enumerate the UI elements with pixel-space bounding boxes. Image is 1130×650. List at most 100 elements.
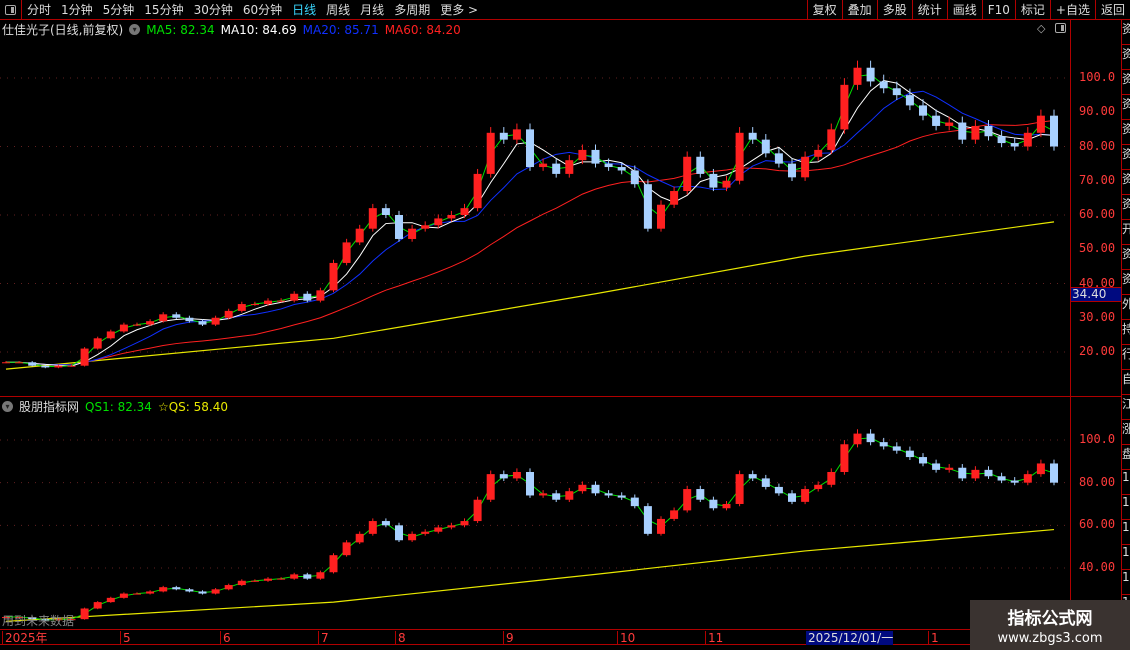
main-candle	[526, 129, 534, 168]
side-tab[interactable]: 持	[1122, 320, 1130, 345]
side-tab[interactable]: 资	[1122, 195, 1130, 220]
side-tab[interactable]: 资	[1122, 245, 1130, 270]
sub-candle	[329, 555, 338, 573]
sub-candle	[211, 589, 220, 594]
main-candle	[67, 365, 76, 367]
side-tab[interactable]: 开	[1122, 220, 1130, 245]
price-tick: 30.00	[1079, 309, 1116, 324]
kline-chart[interactable]	[0, 0, 1070, 630]
sub-candle	[106, 597, 115, 603]
main-candle	[905, 95, 914, 106]
main-candle	[578, 149, 587, 161]
side-tab[interactable]: 涨	[1122, 420, 1130, 445]
main-candle	[801, 156, 810, 178]
sub-candle	[722, 503, 731, 509]
main-candle	[866, 67, 875, 82]
sub-candle	[447, 525, 456, 528]
sub-candle	[643, 506, 652, 534]
time-label: 2025年	[2, 631, 48, 645]
qs-line	[5, 528, 1055, 622]
main-candle	[133, 324, 141, 326]
sub-candle	[696, 489, 705, 500]
main-candle	[198, 321, 207, 325]
main-candle	[761, 139, 770, 154]
sub-candle	[591, 484, 600, 494]
sub-candle	[565, 491, 574, 500]
side-tabs[interactable]: 资资资资资资资资开资资外持行自江涨盘111111	[1122, 20, 1130, 630]
sub-candle	[381, 521, 390, 526]
main-candle	[460, 208, 469, 215]
main-candle	[172, 314, 181, 318]
side-tab[interactable]: 资	[1122, 70, 1130, 95]
sub-candle	[237, 580, 246, 586]
sub-candle	[670, 510, 679, 519]
sub-candle	[709, 499, 718, 509]
sub-candle	[395, 525, 403, 541]
sub-tick: 60.00	[1079, 517, 1116, 532]
toolbar-button-8[interactable]: 返回	[1094, 0, 1130, 20]
main-candle	[486, 132, 495, 174]
main-candle	[15, 362, 24, 364]
main-candle	[565, 160, 574, 174]
side-tab[interactable]: 1	[1122, 545, 1130, 570]
sub-candle	[552, 493, 561, 500]
sub-candle	[342, 542, 351, 556]
main-candle	[185, 317, 194, 322]
main-candle	[499, 132, 508, 140]
main-candle	[879, 81, 888, 89]
sub-candle	[604, 493, 613, 496]
sub-candle	[971, 469, 980, 479]
sub-candle	[250, 580, 259, 582]
main-candle	[1050, 115, 1058, 147]
main-candle	[827, 129, 836, 150]
side-tab[interactable]: 资	[1122, 20, 1130, 45]
side-tab[interactable]: 资	[1122, 270, 1130, 295]
main-candle	[932, 115, 941, 126]
sub-candle	[408, 533, 417, 541]
side-tab[interactable]: 行	[1122, 345, 1130, 370]
sub-candle	[774, 486, 783, 494]
sub-candle	[434, 527, 443, 532]
main-candle	[41, 365, 50, 368]
sub-candle	[264, 578, 272, 581]
side-tab[interactable]: 资	[1122, 95, 1130, 120]
main-candle	[788, 163, 796, 178]
main-candle	[853, 67, 862, 85]
side-tab[interactable]: 1	[1122, 495, 1130, 520]
main-candle	[119, 324, 128, 332]
main-candle	[945, 122, 954, 126]
main-candle	[224, 310, 233, 318]
sub-candle	[788, 493, 796, 502]
sub-candle	[683, 489, 692, 511]
sub-candle	[355, 533, 364, 543]
sub-candle	[827, 471, 836, 485]
side-tab[interactable]: 江	[1122, 395, 1130, 420]
main-candle	[617, 167, 626, 171]
sub-candle	[617, 495, 626, 498]
sub-candle	[578, 484, 587, 492]
sub-candle	[919, 457, 927, 464]
main-candle	[552, 163, 561, 174]
main-candle	[316, 290, 325, 301]
sub-candle	[172, 587, 181, 590]
main-candle	[329, 262, 338, 291]
main-candle	[355, 228, 364, 243]
sub-candle	[1023, 474, 1032, 483]
sub-candle	[761, 478, 770, 487]
sub-candle	[526, 471, 534, 496]
time-axis: 2025年 5 6 7 8 9 10 11 2025/12/01/一 1	[0, 629, 1130, 645]
main-candle	[395, 215, 403, 239]
side-tab[interactable]: 自	[1122, 370, 1130, 395]
sub-candle	[93, 602, 102, 609]
side-tab[interactable]: 盘	[1122, 445, 1130, 470]
main-candle	[696, 156, 705, 174]
side-tab[interactable]: 1	[1122, 570, 1130, 595]
side-tab[interactable]: 1	[1122, 470, 1130, 495]
side-tab[interactable]: 资	[1122, 145, 1130, 170]
sub-candle	[748, 474, 757, 479]
side-tab[interactable]: 资	[1122, 45, 1130, 70]
side-tab[interactable]: 资	[1122, 170, 1130, 195]
side-tab[interactable]: 1	[1122, 520, 1130, 545]
side-tab[interactable]: 外	[1122, 295, 1130, 320]
side-tab[interactable]: 资	[1122, 120, 1130, 145]
